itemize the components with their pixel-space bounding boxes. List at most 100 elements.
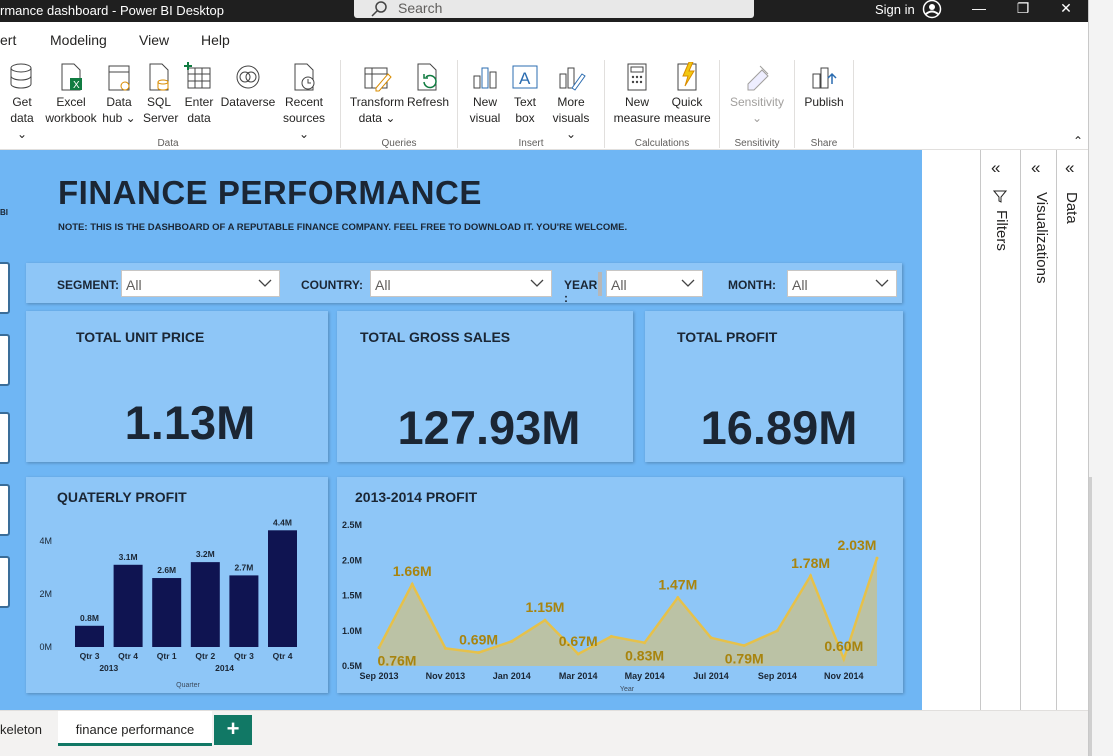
tab-finance-performance[interactable]: finance performance	[58, 711, 212, 746]
filters-label: Filters	[993, 210, 1010, 251]
data-label: 0.79M	[725, 651, 764, 667]
segment-dropdown[interactable]: All	[121, 270, 280, 297]
more-visuals-button[interactable]: More visuals ⌄	[546, 62, 596, 142]
tab-skeleton[interactable]: keleton	[0, 711, 56, 746]
collapse-ribbon-icon[interactable]: ⌃	[1073, 134, 1083, 148]
refresh-button[interactable]: Refresh	[407, 62, 449, 110]
x-group-label: 2014	[215, 663, 234, 673]
y-tick-label: 4M	[39, 536, 52, 546]
menu-view[interactable]: View	[139, 32, 169, 48]
visualizations-label: Visualizations	[1033, 192, 1050, 284]
account-icon[interactable]	[921, 0, 943, 20]
x-axis-title: Quarter	[176, 682, 200, 689]
data-point	[676, 596, 680, 600]
filters-pane[interactable]: « Filters	[980, 150, 1020, 710]
new-measure-button[interactable]: New measure	[612, 62, 662, 126]
group-label-calculations: Calculations	[634, 138, 690, 149]
menu-insert[interactable]: ert	[0, 32, 16, 48]
x-tick-label: Nov 2014	[824, 671, 864, 681]
card-total-profit[interactable]: TOTAL PROFIT 16.89M	[645, 311, 903, 462]
x-tick-label: May 2014	[625, 671, 665, 681]
minimize-button[interactable]: —	[959, 0, 999, 20]
card-total-unit-price[interactable]: TOTAL UNIT PRICE 1.13M	[26, 311, 328, 462]
close-button[interactable]: ✕	[1046, 0, 1086, 20]
x-tick-label: Qtr 2	[195, 651, 215, 661]
yearly-profit-visual[interactable]: 2013-2014 PROFIT 0.5M 1.0M 1.5M 2.0M 2.5M 0.7…	[337, 477, 903, 693]
quick-measure-button[interactable]: Quick measure	[664, 62, 711, 126]
data-label: 1.15M	[526, 599, 565, 615]
data-label: Data	[1063, 192, 1080, 224]
data-point	[510, 639, 514, 643]
data-point	[775, 629, 779, 633]
add-page-button[interactable]: +	[214, 715, 252, 745]
nav-button[interactable]	[0, 484, 10, 536]
dataverse-button[interactable]: Dataverse	[220, 62, 276, 110]
country-label: COUNTRY:	[301, 278, 363, 292]
text-box-button[interactable]: A Text box	[508, 62, 542, 126]
enter-data-button[interactable]: Enter data	[182, 62, 216, 126]
year-dropdown[interactable]: All	[606, 270, 703, 297]
refresh-icon	[417, 63, 437, 91]
sensitivity-button[interactable]: Sensitivity ⌄	[726, 62, 788, 126]
year-label: YEAR	[564, 278, 598, 292]
nav-button[interactable]	[0, 556, 10, 608]
ribbon-separator	[457, 60, 458, 148]
card-total-gross-sales[interactable]: TOTAL GROSS SALES 127.93M	[337, 311, 633, 462]
data-label: 4.4M	[273, 517, 292, 527]
x-axis-title: Year	[620, 686, 635, 693]
ribbon-separator	[604, 60, 605, 148]
data-hub-icon	[108, 65, 130, 91]
sign-in-link[interactable]: Sign in	[875, 2, 915, 17]
new-visual-button[interactable]: New visual	[466, 62, 504, 126]
recent-sources-button[interactable]: Recent sources ⌄	[278, 62, 330, 142]
year-scroll-handle[interactable]	[598, 272, 602, 296]
slicer-bar: SEGMENT: All COUNTRY: All YEAR : All MON…	[26, 263, 902, 305]
card-title: TOTAL PROFIT	[677, 329, 778, 345]
bar	[75, 625, 104, 647]
x-tick-label: Jan 2014	[493, 671, 531, 681]
expand-visualizations-icon[interactable]: «	[1031, 158, 1040, 178]
group-label-data: Data	[157, 138, 179, 149]
sql-server-button[interactable]: SQL Server	[143, 62, 178, 126]
quick-measure-icon	[677, 62, 697, 91]
bar	[229, 575, 259, 647]
publish-button[interactable]: Publish	[802, 62, 846, 110]
expand-data-icon[interactable]: «	[1065, 158, 1074, 178]
excel-icon: X	[61, 63, 82, 91]
data-hub-button[interactable]: Data hub ⌄	[101, 62, 137, 126]
data-point	[643, 641, 647, 645]
restore-button[interactable]: ❐	[1003, 0, 1043, 20]
x-tick-label: Qtr 3	[80, 651, 100, 661]
x-group-label: 2013	[99, 663, 118, 673]
excel-workbook-button[interactable]: X Excel workbook	[44, 62, 98, 126]
expand-filters-icon[interactable]: «	[991, 158, 1000, 178]
month-dropdown[interactable]: All	[787, 270, 897, 297]
nav-button[interactable]	[0, 262, 10, 314]
svg-text:X: X	[73, 80, 80, 91]
card-value: 127.93M	[397, 401, 581, 454]
visualizations-pane[interactable]: « Visualizations	[1020, 150, 1056, 710]
data-point	[809, 574, 813, 578]
y-tick-label: 2M	[39, 589, 52, 599]
group-label-queries: Queries	[381, 138, 417, 149]
bar-chart-icon	[473, 67, 497, 89]
nav-button[interactable]	[0, 334, 10, 386]
month-label: MONTH:	[728, 278, 776, 292]
data-label: 0.83M	[625, 648, 664, 664]
data-label: 1.78M	[791, 555, 830, 571]
data-pane[interactable]: « Data	[1056, 150, 1088, 710]
transform-data-button[interactable]: Transform data ⌄	[349, 62, 405, 126]
data-label: 0.69M	[459, 632, 498, 648]
nav-button[interactable]	[0, 412, 10, 464]
group-label-share: Share	[810, 138, 838, 149]
search-box[interactable]: Search	[354, 0, 754, 18]
menu-modeling[interactable]: Modeling	[50, 32, 107, 48]
get-data-button[interactable]: Get data ⌄	[4, 62, 40, 142]
svg-text:A: A	[519, 69, 531, 88]
bar	[268, 530, 297, 647]
country-dropdown[interactable]: All	[370, 270, 552, 297]
menu-help[interactable]: Help	[201, 32, 230, 48]
chevron-down-icon	[258, 279, 272, 287]
quarterly-profit-visual[interactable]: QUATERLY PROFIT 0M 2M 4M 0.8M Qtr 3 3.1M Qtr 4…	[26, 477, 328, 693]
y-tick-label: 0.5M	[342, 661, 362, 671]
